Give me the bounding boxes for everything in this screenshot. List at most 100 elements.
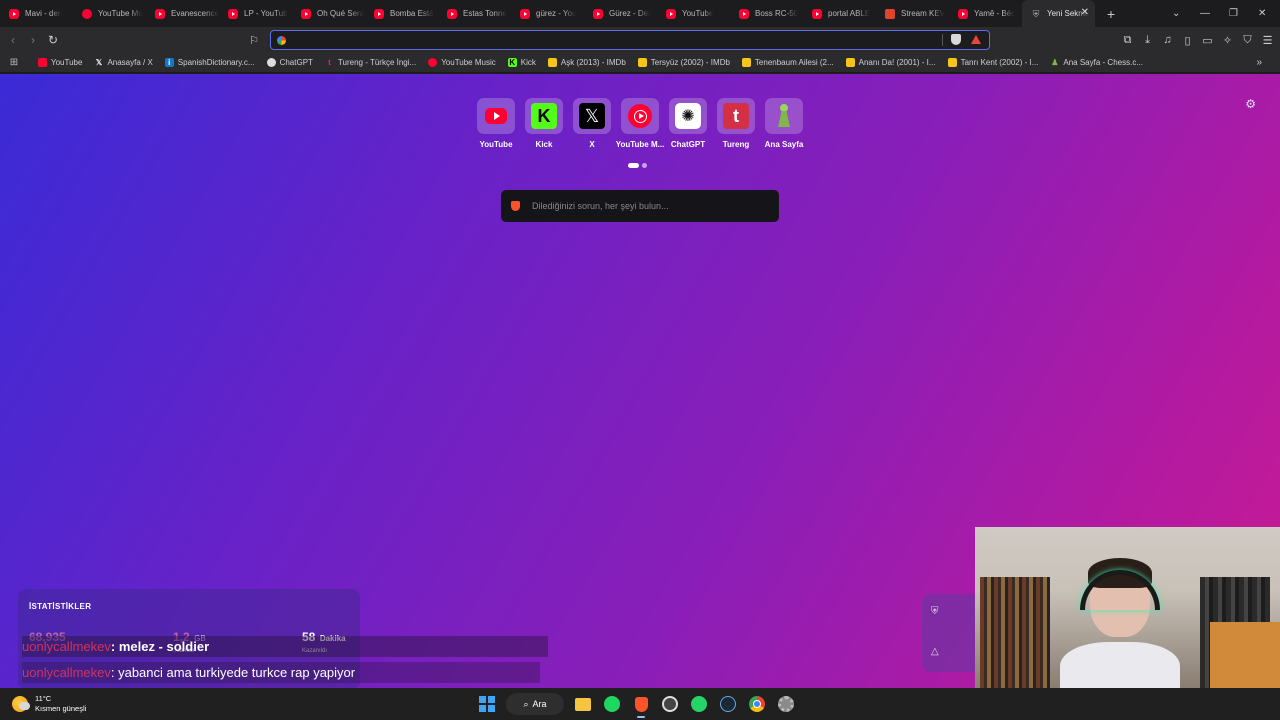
tab-oh-que-sera[interactable]: Oh Qué Sera — [292, 0, 365, 27]
folder-icon — [575, 697, 591, 711]
bookmark-tureng[interactable]: t Tureng - Türkçe İngi... — [325, 58, 416, 67]
tab-youtube[interactable]: YouTube — [657, 0, 730, 27]
file-explorer-button[interactable] — [573, 692, 593, 716]
imdb-icon — [637, 58, 647, 67]
tab-stream[interactable]: Stream KEV — [876, 0, 949, 27]
tab-lp[interactable]: LP - YouTub — [219, 0, 292, 27]
youtube-icon — [485, 108, 507, 124]
tab-gurez-2[interactable]: Gürez - Dei — [584, 0, 657, 27]
bookmark-kick[interactable]: K Kick — [507, 58, 536, 67]
address-bar[interactable] — [270, 30, 990, 50]
whatsapp-button[interactable] — [689, 692, 709, 716]
menu-icon[interactable]: ☰ — [1261, 34, 1274, 47]
bookmark-imdb-tersyuz[interactable]: Tersyüz (2002) - IMDb — [637, 58, 730, 67]
bookmark-icon[interactable]: ⚐ — [244, 34, 264, 47]
taskbar-search[interactable]: ⌕ Ara — [506, 693, 564, 715]
tab-gurez[interactable]: gürez - You — [511, 0, 584, 27]
tab-estas-tonne[interactable]: Estas Tonne — [438, 0, 511, 27]
settings-button[interactable] — [776, 692, 796, 716]
brave-rewards-icon[interactable] — [971, 35, 981, 44]
tab-boss[interactable]: Boss RC-50 — [730, 0, 803, 27]
tab-search-icon[interactable]: ⌄ — [1172, 0, 1180, 27]
spotify-button[interactable] — [602, 692, 622, 716]
bookmark-spanishdict[interactable]: i SpanishDictionary.c... — [164, 58, 255, 67]
youtube-icon — [958, 8, 968, 19]
rewards-icon[interactable]: △ — [931, 646, 939, 657]
restore-icon[interactable]: ❐ — [1229, 0, 1238, 27]
brave-shields-icon[interactable] — [951, 34, 961, 45]
sidebar-icon[interactable]: ▯ — [1181, 34, 1194, 47]
youtube-icon — [739, 8, 749, 19]
apps-grid-icon[interactable]: ⊞ — [0, 57, 28, 68]
youtube-icon — [666, 8, 676, 19]
more-bookmarks-icon[interactable]: » — [1256, 57, 1262, 68]
search-input[interactable] — [532, 201, 762, 211]
top-site-youtube-music[interactable]: YouTube M... — [616, 98, 664, 149]
obs-button[interactable] — [660, 692, 680, 716]
bookmark-imdb-anani-da[interactable]: Ananı Da! (2001) - I... — [845, 58, 936, 67]
weather-temp: 11°C — [35, 694, 52, 703]
imdb-icon — [547, 58, 557, 67]
tab-mavi[interactable]: Mavi - den — [0, 0, 73, 27]
leo-ai-icon[interactable]: ✧ — [1221, 34, 1234, 47]
top-site-chess[interactable]: Ana Sayfa — [765, 98, 803, 149]
back-icon[interactable]: ‹ — [3, 33, 23, 47]
search-box[interactable] — [501, 190, 779, 222]
chrome-button[interactable] — [747, 692, 767, 716]
bookmark-imdb-tenenbaum[interactable]: Tenenbaum Ailesi (2... — [741, 58, 834, 67]
forward-icon[interactable]: › — [23, 33, 43, 47]
tab-evanescence[interactable]: Evanescence — [146, 0, 219, 27]
bookmark-imdb-ask[interactable]: Aşk (2013) - IMDb — [547, 58, 626, 67]
weather-desc: Kısmen güneşli — [35, 704, 87, 713]
brave-news-widget[interactable]: ⛨ △ — [922, 594, 980, 672]
brave-button[interactable] — [631, 692, 651, 718]
top-site-tureng[interactable]: t Tureng — [717, 98, 755, 149]
steam-button[interactable] — [718, 692, 738, 716]
taskbar-search-label: Ara — [532, 699, 547, 709]
bookmark-chess[interactable]: ♟ Ana Sayfa - Chess.c... — [1050, 58, 1143, 67]
top-site-youtube[interactable]: YouTube — [477, 98, 515, 149]
bookmark-chatgpt[interactable]: ChatGPT — [266, 58, 313, 67]
gear-icon — [778, 696, 794, 712]
spotify-icon — [604, 696, 620, 712]
stats-title: İSTATİSTİKLER — [29, 602, 92, 611]
shield-icon[interactable]: ⛨ — [931, 606, 939, 617]
media-icon[interactable]: ♫ — [1161, 34, 1174, 46]
bookmark-x[interactable]: 𝕏 Anasayfa / X — [94, 58, 153, 67]
top-site-chatgpt[interactable]: ✺ ChatGPT — [669, 98, 707, 149]
minimize-icon[interactable]: — — [1200, 0, 1210, 27]
bookmarks-bar: ⊞ YouTube 𝕏 Anasayfa / X i SpanishDictiona… — [0, 53, 1280, 73]
screenshot-icon[interactable]: ⧉ — [1121, 34, 1134, 47]
top-site-kick[interactable]: K Kick — [525, 98, 563, 149]
youtube-icon — [447, 8, 457, 19]
streamer — [1060, 558, 1180, 688]
page-dot[interactable] — [642, 163, 647, 168]
tab-new-tab[interactable]: ⛨ Yeni Sekme ✕ — [1022, 0, 1095, 27]
bookmark-youtube[interactable]: YouTube — [38, 58, 82, 67]
tab-bomba-esta[interactable]: Bomba Está — [365, 0, 438, 27]
top-site-x[interactable]: 𝕏 X — [573, 98, 611, 149]
address-input[interactable] — [292, 34, 932, 46]
youtube-icon — [155, 8, 165, 19]
tab-portal[interactable]: portal ABLE — [803, 0, 876, 27]
weather-widget[interactable]: 11°C Kısmen güneşli — [12, 694, 86, 714]
close-window-icon[interactable]: ✕ — [1258, 0, 1266, 27]
chrome-icon — [749, 696, 765, 712]
tab-youtube-music[interactable]: YouTube Mu — [73, 0, 146, 27]
imdb-icon — [741, 58, 751, 67]
bookmark-imdb-tanri-kent[interactable]: Tanrı Kent (2002) - I... — [947, 58, 1038, 67]
gear-icon[interactable]: ⚙ — [1245, 97, 1256, 111]
brave-icon — [634, 696, 648, 712]
download-icon[interactable]: ⤓ — [1141, 34, 1154, 47]
reload-icon[interactable]: ↻ — [43, 33, 63, 47]
tab-yame[interactable]: Yamê - Béc — [949, 0, 1022, 27]
vpn-icon[interactable]: ⛉ — [1241, 34, 1254, 47]
close-tab-icon[interactable]: ✕ — [1081, 7, 1089, 18]
wallet-icon[interactable]: ▭ — [1201, 34, 1214, 47]
start-button[interactable] — [477, 692, 497, 716]
bookmark-youtube-music[interactable]: YouTube Music — [428, 58, 496, 67]
spanishdict-icon: i — [164, 58, 174, 67]
new-tab-button[interactable]: + — [1099, 6, 1123, 22]
page-dot-active[interactable] — [628, 163, 639, 168]
chatgpt-icon: ✺ — [675, 103, 701, 129]
